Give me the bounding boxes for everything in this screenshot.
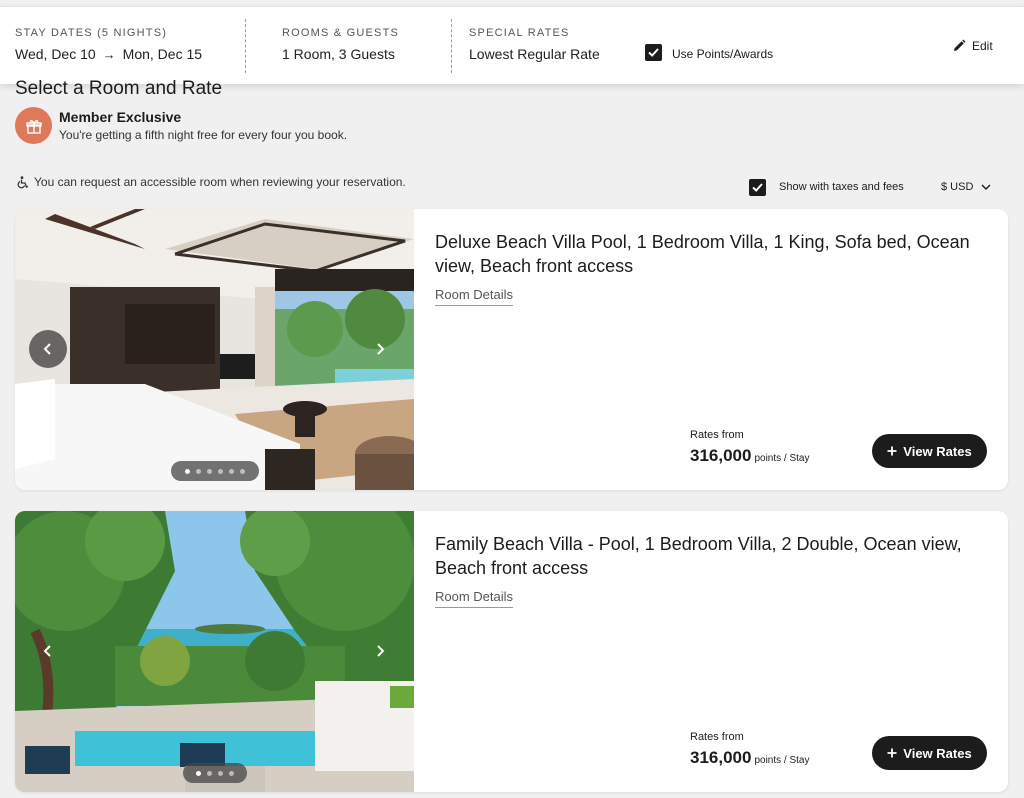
room-photo[interactable] bbox=[15, 209, 414, 490]
use-points-label: Use Points/Awards bbox=[672, 47, 774, 61]
next-photo-button[interactable] bbox=[361, 632, 399, 670]
rooms-guests-value: 1 Room, 3 Guests bbox=[282, 46, 395, 62]
edit-label: Edit bbox=[972, 39, 993, 53]
pagination-dot[interactable] bbox=[196, 468, 201, 474]
pagination-dot[interactable] bbox=[207, 468, 212, 474]
taxes-fees-checkbox[interactable] bbox=[749, 179, 766, 196]
chevron-right-icon bbox=[377, 343, 385, 355]
chevron-down-icon bbox=[981, 184, 991, 190]
pencil-icon bbox=[954, 39, 966, 51]
pagination-dot[interactable] bbox=[240, 468, 245, 474]
chevron-right-icon bbox=[377, 645, 385, 657]
member-badge bbox=[15, 107, 52, 144]
pagination-dot[interactable] bbox=[218, 468, 223, 474]
check-out-date: Mon, Dec 15 bbox=[122, 46, 203, 62]
room-photo[interactable] bbox=[15, 511, 414, 792]
arrow-right-icon: → bbox=[102, 47, 116, 62]
pagination-dot[interactable] bbox=[196, 770, 201, 776]
rooms-guests-label: ROOMS & GUESTS bbox=[282, 27, 400, 39]
rate-unit: points / Stay bbox=[754, 755, 810, 766]
divider bbox=[451, 19, 452, 73]
member-exclusive-subtitle: You're getting a fifth night free for ev… bbox=[59, 128, 348, 142]
stay-dates-label: STAY DATES (5 NIGHTS) bbox=[15, 27, 168, 39]
room-photo-image bbox=[15, 209, 414, 490]
view-rates-button[interactable]: View Rates bbox=[872, 434, 987, 468]
rate-price: 316,000 points / Stay bbox=[690, 446, 809, 466]
room-title: Deluxe Beach Villa Pool, 1 Bedroom Villa… bbox=[435, 232, 970, 276]
divider bbox=[245, 19, 246, 73]
room-photo-image bbox=[15, 511, 414, 792]
special-rates-label: SPECIAL RATES bbox=[469, 27, 570, 39]
previous-photo-button[interactable] bbox=[29, 330, 67, 368]
photo-pagination[interactable] bbox=[171, 461, 259, 481]
gift-icon bbox=[25, 119, 42, 134]
use-points-checkbox[interactable] bbox=[645, 44, 662, 61]
rate-points-value: 316,000 bbox=[690, 446, 752, 465]
rate-points-value: 316,000 bbox=[690, 748, 752, 767]
member-exclusive-title: Member Exclusive bbox=[59, 109, 182, 125]
room-card: Family Beach Villa - Pool, 1 Bedroom Vil… bbox=[15, 511, 1008, 792]
special-rates-value: Lowest Regular Rate bbox=[469, 46, 600, 62]
view-rates-label: View Rates bbox=[903, 443, 972, 459]
chevron-left-icon bbox=[43, 645, 51, 657]
pagination-dot[interactable] bbox=[185, 468, 190, 474]
pagination-dot[interactable] bbox=[207, 770, 212, 776]
pagination-dot[interactable] bbox=[229, 468, 234, 474]
taxes-fees-label: Show with taxes and fees bbox=[779, 181, 904, 193]
room-details-link[interactable]: Room Details bbox=[435, 287, 514, 306]
wheelchair-icon bbox=[17, 175, 29, 188]
plus-icon bbox=[887, 446, 897, 456]
room-card: Deluxe Beach Villa Pool, 1 Bedroom Villa… bbox=[15, 209, 1008, 490]
booking-summary-bar: STAY DATES (5 NIGHTS) Wed, Dec 10 → Mon, D… bbox=[0, 6, 1024, 84]
page-title: Select a Room and Rate bbox=[15, 78, 223, 99]
room-title: Family Beach Villa - Pool, 1 Bedroom Vil… bbox=[435, 534, 962, 578]
rates-from-label: Rates from bbox=[690, 429, 744, 441]
rate-unit: points / Stay bbox=[754, 453, 810, 464]
checkmark-icon bbox=[648, 48, 659, 57]
accessibility-text: You can request an accessible room when … bbox=[34, 175, 406, 189]
currency-selector[interactable]: $ USD bbox=[941, 181, 991, 193]
stay-dates-value: Wed, Dec 10 → Mon, Dec 15 bbox=[15, 46, 202, 62]
photo-pagination[interactable] bbox=[183, 763, 247, 783]
previous-photo-button[interactable] bbox=[29, 632, 67, 670]
rates-from-label: Rates from bbox=[690, 731, 744, 743]
accessibility-note: You can request an accessible room when … bbox=[17, 175, 406, 189]
check-in-date: Wed, Dec 10 bbox=[15, 46, 96, 62]
edit-button[interactable]: Edit bbox=[952, 37, 993, 55]
view-rates-label: View Rates bbox=[903, 745, 972, 761]
currency-value: $ USD bbox=[941, 181, 974, 193]
pagination-dot[interactable] bbox=[229, 770, 234, 776]
pagination-dot[interactable] bbox=[218, 770, 223, 776]
plus-icon bbox=[887, 748, 897, 758]
view-rates-button[interactable]: View Rates bbox=[872, 736, 987, 770]
next-photo-button[interactable] bbox=[361, 330, 399, 368]
chevron-left-icon bbox=[43, 343, 51, 355]
checkmark-icon bbox=[752, 183, 763, 192]
rate-price: 316,000 points / Stay bbox=[690, 748, 809, 768]
room-details-link[interactable]: Room Details bbox=[435, 589, 514, 608]
